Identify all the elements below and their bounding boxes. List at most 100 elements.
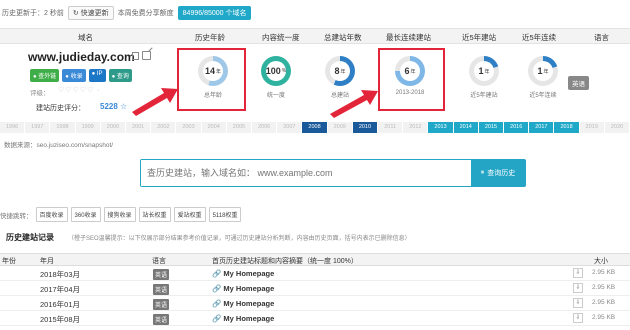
download-icon[interactable]: ⇩ <box>573 298 583 308</box>
timeline-year[interactable]: 2005 <box>227 122 253 133</box>
timeline-year[interactable]: 2014 <box>453 122 479 133</box>
page: 历史更新于：2 秒前 ↻ 快速更新 本周免费分享额度 84996/85000 个… <box>0 0 630 330</box>
quick-update-button[interactable]: ↻ 快速更新 <box>67 6 114 20</box>
row-title-link[interactable]: 🔗 My Homepage <box>212 314 274 323</box>
stat-ring: 1年 <box>528 56 558 86</box>
row-title-link[interactable]: 🔗 My Homepage <box>212 299 274 308</box>
col-size: 大小 <box>594 258 608 265</box>
timeline-year[interactable]: 2003 <box>176 122 202 133</box>
table-row[interactable]: 2018年03月 英语 🔗 My Homepage ⇩ 2.95 KB <box>0 266 630 281</box>
quota-note: 本周免费分享额度 <box>117 10 174 17</box>
timeline-year[interactable]: 2019 <box>580 122 605 133</box>
query-history-button[interactable]: ⏸ 查询历史 <box>471 160 525 186</box>
data-source: 数据来源：seo.juziseo.com/snapshot/ <box>4 142 114 149</box>
timeline-year[interactable]: 2001 <box>126 122 152 133</box>
timeline-year[interactable]: 2018 <box>554 122 580 133</box>
timeline-year[interactable]: 2007 <box>277 122 303 133</box>
highlight-box-age <box>177 48 246 111</box>
timeline-year[interactable]: 1999 <box>76 122 101 133</box>
stat-caption: 近5年连续 <box>529 93 557 99</box>
timeline-year[interactable]: 1998 <box>50 122 76 133</box>
backlink-badge[interactable]: ● 查外链 <box>30 69 60 82</box>
timeline-year[interactable]: 2013 <box>428 122 454 133</box>
header-recent-5-streak: 近5年连续 <box>522 33 557 42</box>
timeline-year[interactable]: 2017 <box>529 122 555 133</box>
copy-icon[interactable] <box>132 52 139 60</box>
header-domain: 域名 <box>78 33 93 42</box>
jump-sogou-index[interactable]: 搜狗收录 <box>103 207 136 222</box>
timeline-year[interactable]: 2008 <box>302 122 328 133</box>
jump-aizhan-weight[interactable]: 爱站权重 <box>173 207 206 222</box>
history-table: 年份 年月 语言 首页历史建站标题和内容摘要（统一度 100%） 大小 2018… <box>0 253 630 326</box>
col-language: 语言 <box>152 258 166 265</box>
download-icon[interactable]: ⇩ <box>573 268 583 278</box>
table-header: 年份 年月 语言 首页历史建站标题和内容摘要（统一度 100%） 大小 <box>0 253 630 266</box>
row-size: 2.95 KB <box>592 284 616 291</box>
download-icon[interactable]: ⇩ <box>573 313 583 323</box>
stat-content-unity: 100% 统一度 <box>246 56 306 99</box>
row-language: 英语 <box>153 269 170 280</box>
stat-caption: 近5年建站 <box>470 93 498 99</box>
row-language: 英语 <box>153 299 170 310</box>
query-history-label: 查询历史 <box>487 170 516 177</box>
header-longest-streak: 最长连续建站 <box>386 33 431 42</box>
external-link-icon[interactable] <box>142 51 151 60</box>
stat-ring: 1年 <box>469 56 499 86</box>
row-title-link[interactable]: 🔗 My Homepage <box>212 269 274 278</box>
history-score-value: 5228 ☆ <box>100 102 128 111</box>
domain-name[interactable]: www.judieday.com <box>28 50 135 64</box>
stat-value: 1 <box>478 66 484 76</box>
pause-icon: ⏸ <box>480 169 485 176</box>
update-text: 历史更新于：2 秒前 <box>2 10 64 17</box>
jump-baidu-index[interactable]: 百度收录 <box>35 207 68 222</box>
index-badge[interactable]: ● 收录 <box>62 69 86 82</box>
timeline-year[interactable]: 2000 <box>101 122 127 133</box>
header-history-age: 历史年龄 <box>195 33 225 42</box>
row-size: 2.95 KB <box>592 299 616 306</box>
header-recent-5-build: 近5年建站 <box>462 33 497 42</box>
timeline-year[interactable]: 2009 <box>328 122 353 133</box>
table-row[interactable]: 2016年01月 英语 🔗 My Homepage ⇩ 2.95 KB <box>0 296 630 311</box>
section-title: 历史建站记录 <box>6 233 54 242</box>
year-timeline: 1996 1997 1998 1999 2000 2001 2002 2003 2004 2005… <box>0 122 630 133</box>
timeline-year[interactable]: 2011 <box>378 122 404 133</box>
timeline-year[interactable]: 2020 <box>605 122 630 133</box>
history-score-label: 建站历史评分： <box>36 105 85 112</box>
jump-360-index[interactable]: 360收录 <box>70 207 101 222</box>
domain-search-input[interactable] <box>141 160 471 186</box>
top-bar: 历史更新于：2 秒前 ↻ 快速更新 本周免费分享额度 84996/85000 个… <box>0 0 630 26</box>
quota-badge: 84996/85000 个域名 <box>177 6 252 20</box>
timeline-year[interactable]: 1996 <box>0 122 26 133</box>
header-content-unity: 内容统一度 <box>262 33 300 42</box>
jump-webmaster-weight[interactable]: 站长权重 <box>138 207 171 222</box>
section-note: （橙子SEO温馨提示：以下仅展示部分结果参考价值记录，可通过历史建站分析判断，内… <box>68 236 411 242</box>
col-year: 年份 <box>2 258 16 265</box>
download-icon[interactable]: ⇩ <box>573 283 583 293</box>
timeline-year[interactable]: 2004 <box>202 122 227 133</box>
timeline-year[interactable]: 2016 <box>504 122 530 133</box>
stat-recent-5-build: 1年 近5年建站 <box>454 56 514 99</box>
col-title-summary: 首页历史建站标题和内容摘要（统一度 100%） <box>212 258 358 265</box>
domain-badges: ● 查外链 ● 收录 ● IP ● 查询 <box>30 69 132 82</box>
table-row[interactable]: 2015年08月 英语 🔗 My Homepage ⇩ 2.95 KB <box>0 311 630 326</box>
summary-header: 域名 历史年龄 内容统一度 总建站年数 最长连续建站 近5年建站 近5年连续 语… <box>0 28 630 44</box>
col-year-month: 年月 <box>40 258 54 265</box>
stat-unit: 年 <box>484 68 490 75</box>
ip-badge[interactable]: ● IP <box>88 69 106 82</box>
row-title-link[interactable]: 🔗 My Homepage <box>212 284 274 293</box>
row-size: 2.95 KB <box>592 269 616 276</box>
quick-jump-label: 快捷跳转： <box>0 212 33 220</box>
red-arrow-icon <box>132 88 178 116</box>
table-rows: 2018年03月 英语 🔗 My Homepage ⇩ 2.95 KB 2017年04月英… <box>0 266 630 326</box>
rating-label: 评级： <box>30 90 50 97</box>
jump-5118-weight[interactable]: 5118权重 <box>208 207 242 222</box>
timeline-year[interactable]: 1997 <box>25 122 51 133</box>
timeline-year[interactable]: 2012 <box>403 122 429 133</box>
timeline-year[interactable]: 2015 <box>478 122 505 133</box>
query-badge[interactable]: ● 查询 <box>108 69 132 82</box>
timeline-year[interactable]: 2002 <box>151 122 177 133</box>
stat-value: 100 <box>265 66 281 76</box>
table-row[interactable]: 2017年04月 英语 🔗 My Homepage ⇩ 2.95 KB <box>0 281 630 296</box>
timeline-year[interactable]: 2010 <box>352 122 379 133</box>
timeline-year[interactable]: 2006 <box>252 122 278 133</box>
